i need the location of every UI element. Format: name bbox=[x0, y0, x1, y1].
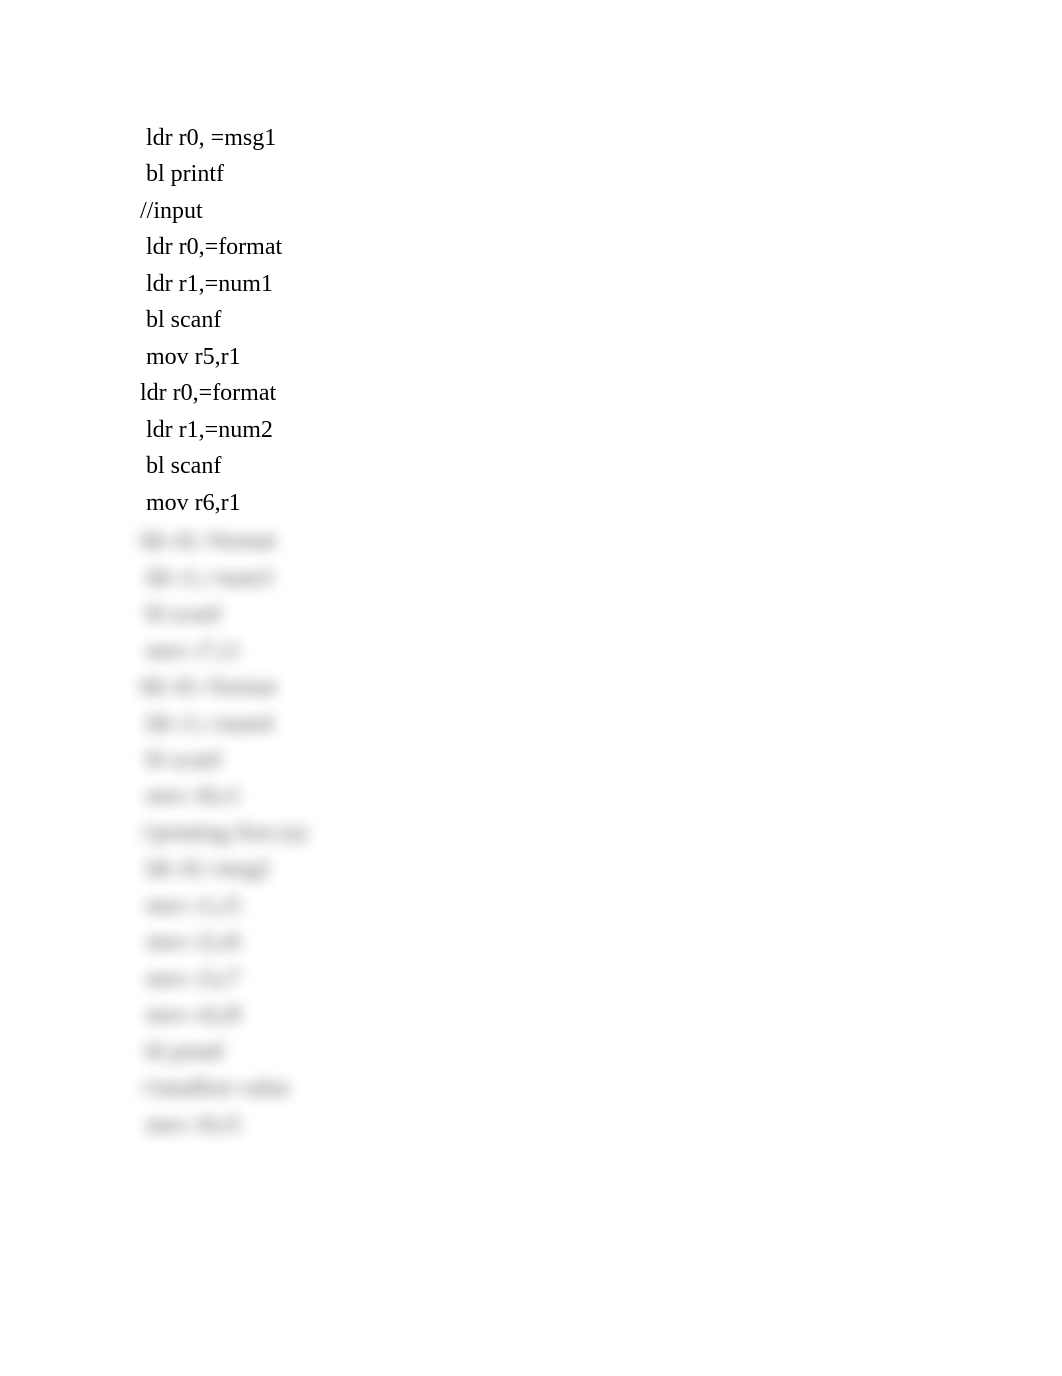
code-line-blurred: mov r3,r7 bbox=[140, 961, 1062, 997]
code-line: ldr r0, =msg1 bbox=[140, 120, 1062, 156]
code-line-blurred: ldr r1,=num3 bbox=[140, 560, 1062, 596]
code-line: ldr r1,=num1 bbox=[140, 266, 1062, 302]
code-line: //input bbox=[140, 193, 1062, 229]
code-line-blurred: //smallest value bbox=[140, 1070, 1062, 1106]
code-line-blurred: ldr r0,=format bbox=[140, 669, 1062, 705]
code-line: bl printf bbox=[140, 156, 1062, 192]
code-line-blurred: //printing first (a) bbox=[140, 815, 1062, 851]
code-line: bl scanf bbox=[140, 302, 1062, 338]
code-line-blurred: mov r2,r6 bbox=[140, 924, 1062, 960]
code-line: ldr r1,=num2 bbox=[140, 412, 1062, 448]
code-line-blurred: mov r7,r1 bbox=[140, 633, 1062, 669]
code-line: ldr r0,=format bbox=[140, 375, 1062, 411]
code-line-blurred: bl printf bbox=[140, 1034, 1062, 1070]
code-line: mov r6,r1 bbox=[140, 485, 1062, 521]
code-line-blurred: mov r4,r8 bbox=[140, 997, 1062, 1033]
code-line: bl scanf bbox=[140, 448, 1062, 484]
code-line: ldr r0,=format bbox=[140, 229, 1062, 265]
code-line-blurred: mov r9,r5 bbox=[140, 1107, 1062, 1143]
document-page: ldr r0, =msg1 bl printf //input ldr r0,=… bbox=[0, 0, 1062, 1143]
code-line-blurred: bl scanf bbox=[140, 596, 1062, 632]
code-line-blurred: mov r8,r1 bbox=[140, 778, 1062, 814]
code-line-blurred: mov r1,r5 bbox=[140, 888, 1062, 924]
code-line-blurred: ldr r1,=num4 bbox=[140, 706, 1062, 742]
code-line-blurred: bl scanf bbox=[140, 742, 1062, 778]
code-line-blurred: ldr r0,=msg2 bbox=[140, 851, 1062, 887]
code-line-blurred: ldr r0,=format bbox=[140, 523, 1062, 559]
code-block-clear: ldr r0, =msg1 bl printf //input ldr r0,=… bbox=[140, 120, 1062, 521]
code-block-blurred: ldr r0,=format ldr r1,=num3 bl scanf mov… bbox=[140, 523, 1062, 1143]
code-line: mov r5,r1 bbox=[140, 339, 1062, 375]
